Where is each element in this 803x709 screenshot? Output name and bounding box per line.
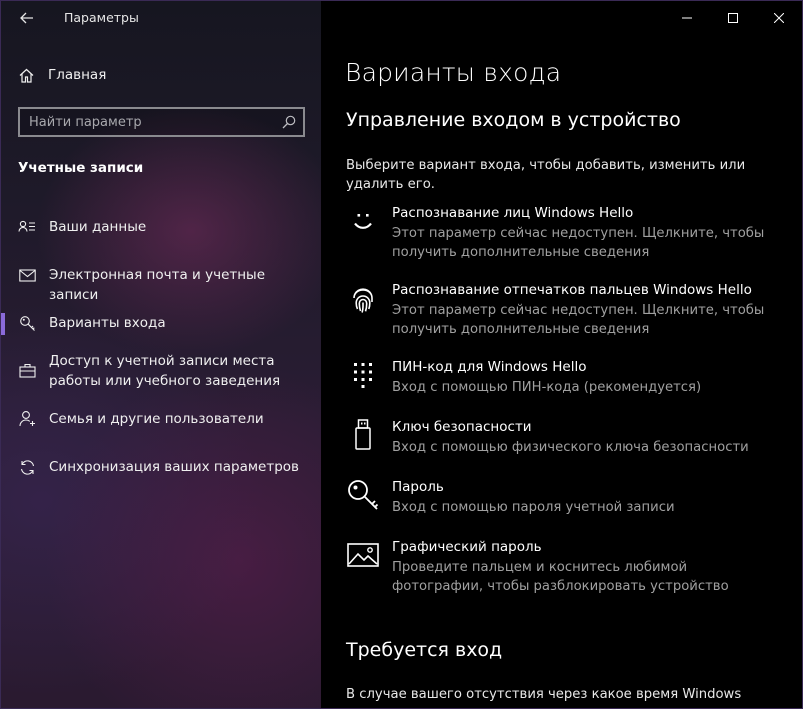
- intro-text: Выберите вариант входа, чтобы добавить, …: [346, 158, 746, 192]
- minimize-button[interactable]: [669, 5, 705, 31]
- search-icon[interactable]: [281, 114, 297, 130]
- person-card-icon: [18, 218, 36, 236]
- sidebar-item-sign-in-options[interactable]: Варианты входа: [1, 313, 321, 335]
- add-person-icon: [18, 409, 36, 427]
- sidebar-item-label: Семья и другие пользователи: [49, 411, 264, 427]
- sidebar: Параметры Главная Учетные записи: [1, 1, 321, 708]
- search-input[interactable]: [20, 109, 275, 135]
- face-icon: [346, 204, 380, 238]
- mail-icon: [18, 266, 36, 284]
- active-indicator: [1, 313, 5, 335]
- sidebar-item-work-school-access[interactable]: Доступ к учетной записи места работы или…: [1, 351, 321, 393]
- option-title: Распознавание отпечатков пальцев Windows…: [392, 282, 752, 298]
- home-link[interactable]: Главная: [18, 63, 308, 87]
- section-title: Учетные записи: [18, 160, 144, 176]
- main-content: Варианты входа Управление входом в устро…: [321, 1, 802, 708]
- picture-password-icon: [346, 538, 380, 572]
- close-icon: [774, 13, 784, 23]
- option-pin[interactable]: ПИН-код для Windows Hello Вход с помощью…: [346, 358, 786, 398]
- password-key-icon: [346, 478, 380, 512]
- key-icon: [18, 314, 36, 332]
- fingerprint-icon: [346, 283, 380, 317]
- briefcase-icon: [18, 361, 36, 379]
- sidebar-item-email-accounts[interactable]: Электронная почта и учетные записи: [1, 265, 321, 303]
- app-title: Параметры: [64, 10, 139, 25]
- option-description: Проведите пальцем и коснитесь любимой фо…: [392, 560, 729, 594]
- page-title: Варианты входа: [345, 58, 562, 87]
- option-description: Этот параметр сейчас недоступен. Щелкнит…: [392, 303, 765, 337]
- option-title: Графический пароль: [392, 539, 542, 555]
- require-sign-in-text: В случае вашего отсутствия через какое в…: [346, 687, 742, 708]
- sidebar-item-label: Ваши данные: [49, 219, 147, 235]
- option-title: Распознавание лиц Windows Hello: [392, 205, 634, 221]
- sidebar-item-label: Варианты входа: [49, 315, 166, 331]
- maximize-icon: [728, 13, 738, 23]
- option-description: Вход с помощью ПИН-кода (рекомендуется): [392, 380, 702, 395]
- option-description: Этот параметр сейчас недоступен. Щелкнит…: [392, 226, 765, 260]
- search-box[interactable]: [18, 107, 305, 137]
- home-icon: [19, 68, 34, 83]
- sidebar-item-your-info[interactable]: Ваши данные: [1, 217, 321, 239]
- sidebar-item-label: Доступ к учетной записи места работы или…: [49, 353, 281, 389]
- maximize-button[interactable]: [715, 5, 751, 31]
- back-button[interactable]: [15, 6, 39, 30]
- sidebar-item-label: Синхронизация ваших параметров: [49, 459, 299, 475]
- back-arrow-icon: [20, 12, 33, 24]
- sidebar-item-label: Электронная почта и учетные записи: [49, 267, 266, 303]
- option-face-recognition[interactable]: Распознавание лиц Windows Hello Этот пар…: [346, 204, 786, 260]
- pin-keypad-icon: [346, 358, 380, 392]
- usb-key-icon: [346, 418, 380, 452]
- require-sign-in-title: Требуется вход: [346, 639, 503, 661]
- option-description: Вход с помощью физического ключа безопас…: [392, 440, 749, 455]
- option-password[interactable]: Пароль Вход с помощью пароля учетной зап…: [346, 478, 786, 518]
- minimize-icon: [682, 17, 692, 19]
- sync-icon: [18, 458, 36, 476]
- option-fingerprint[interactable]: Распознавание отпечатков пальцев Windows…: [346, 281, 786, 337]
- option-description: Вход с помощью пароля учетной записи: [392, 500, 675, 515]
- home-label: Главная: [48, 67, 107, 83]
- option-title: ПИН-код для Windows Hello: [392, 359, 587, 375]
- option-title: Ключ безопасности: [392, 419, 532, 435]
- manage-section-title: Управление входом в устройство: [346, 109, 681, 131]
- option-security-key[interactable]: Ключ безопасности Вход с помощью физичес…: [346, 418, 786, 458]
- sidebar-item-sync-settings[interactable]: Синхронизация ваших параметров: [1, 457, 321, 479]
- option-picture-password[interactable]: Графический пароль Проведите пальцем и к…: [346, 538, 786, 594]
- sidebar-item-family-users[interactable]: Семья и другие пользователи: [1, 409, 321, 431]
- close-button[interactable]: [761, 5, 797, 31]
- settings-window: Параметры Главная Учетные записи: [0, 0, 803, 709]
- title-bar: Параметры: [1, 1, 321, 35]
- option-title: Пароль: [392, 479, 444, 495]
